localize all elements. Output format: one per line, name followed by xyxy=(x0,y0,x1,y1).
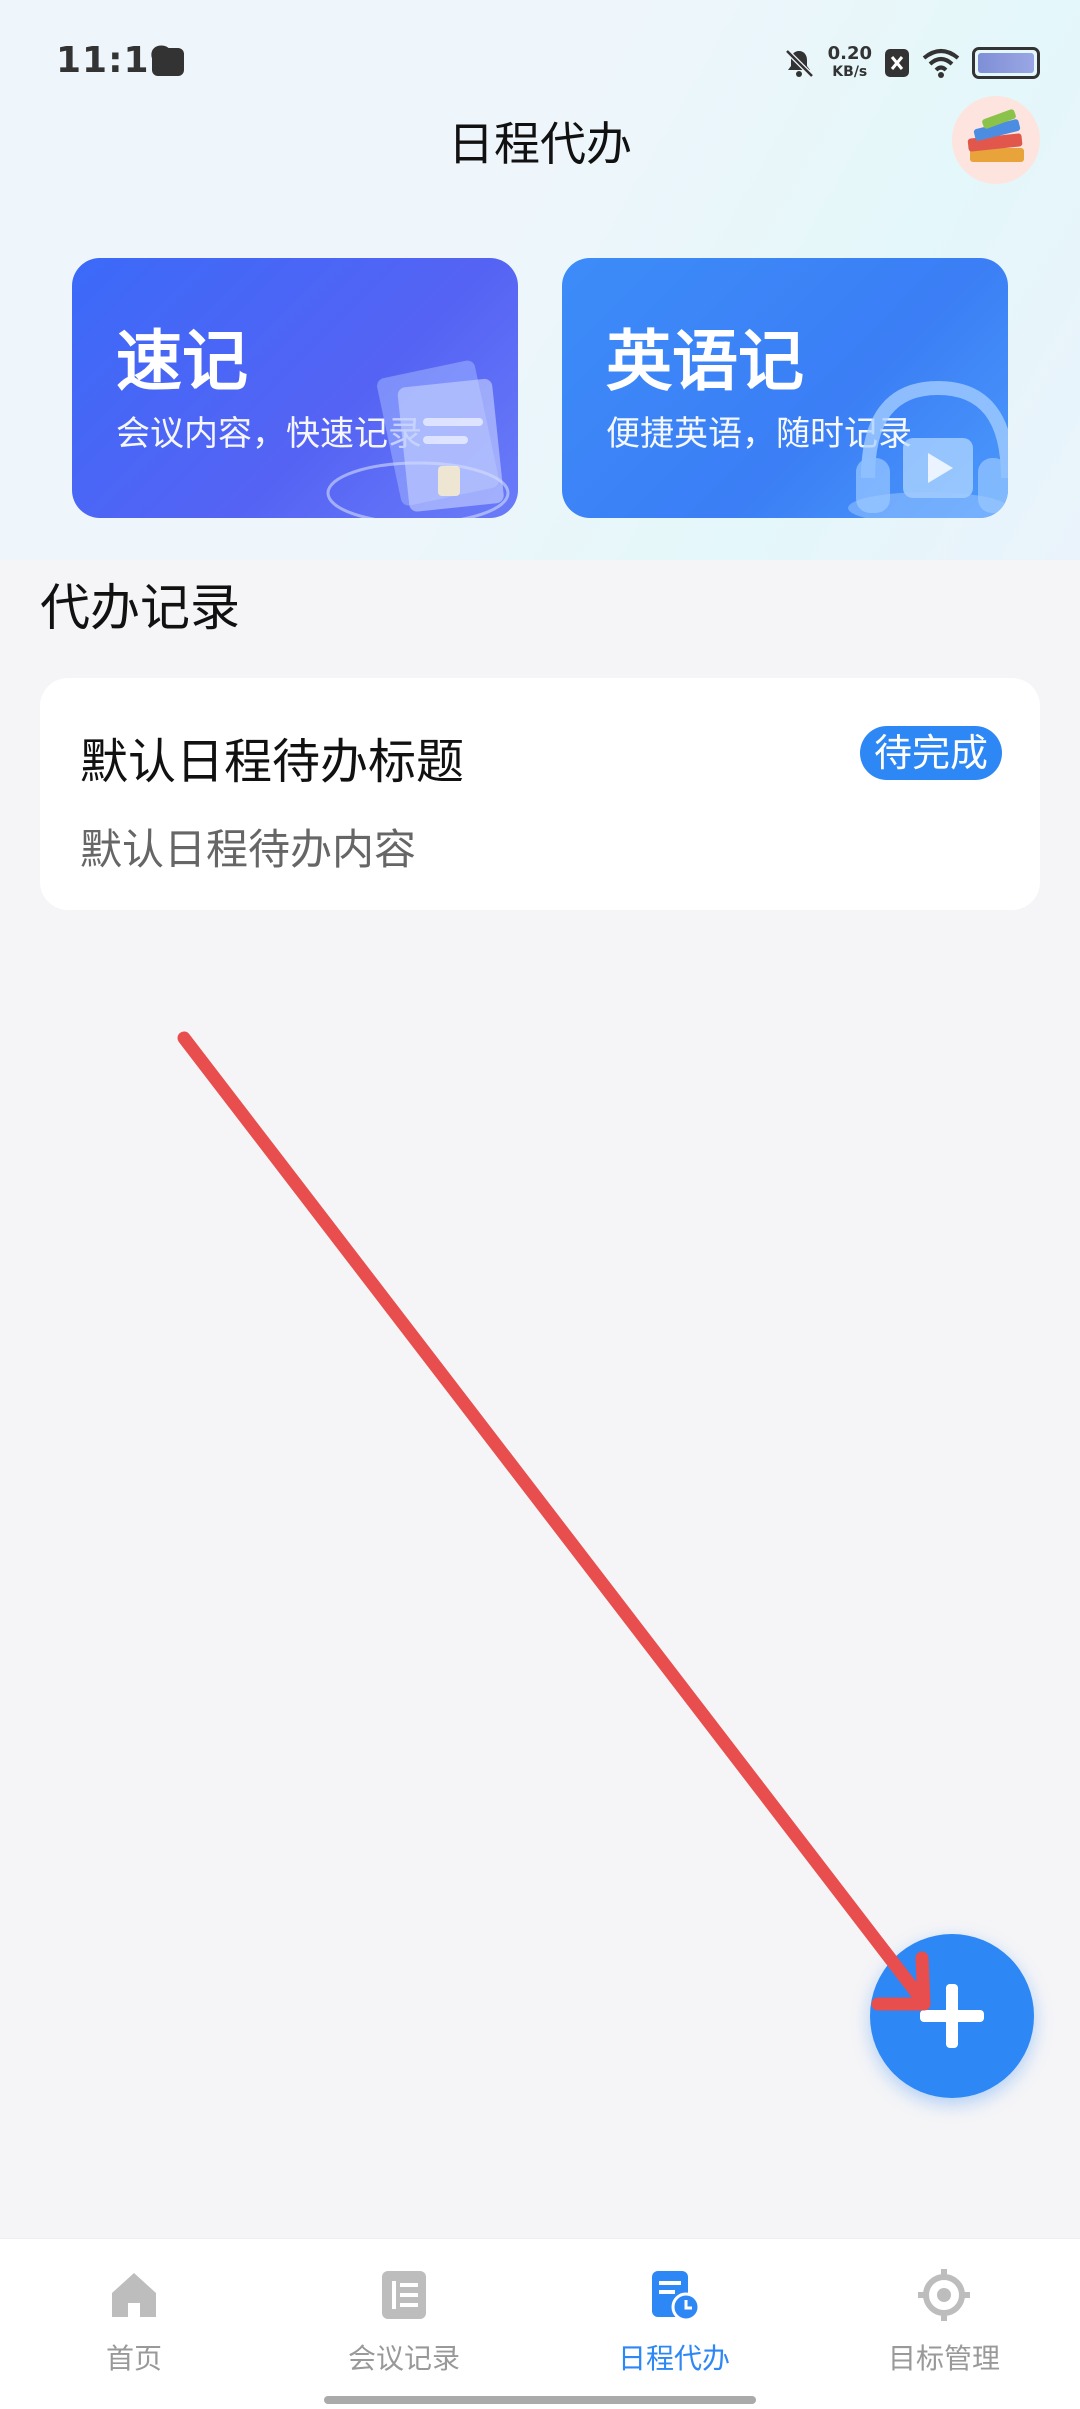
nav-label-meeting-record: 会议记录 xyxy=(347,2342,460,2375)
status-badge: 待完成 xyxy=(859,726,1002,780)
nav-item-meeting-record[interactable]: 会议记录 xyxy=(304,2267,504,2377)
nav-label-schedule-todo: 日程代办 xyxy=(617,2342,730,2375)
nav-item-home[interactable]: 首页 xyxy=(34,2267,234,2377)
nav-label-home: 首页 xyxy=(105,2342,162,2375)
meeting-record-icon xyxy=(382,2271,426,2319)
todo-item-title: 默认日程待办标题 xyxy=(80,734,465,790)
network-speed: 0.20 KB/s xyxy=(828,45,872,81)
english-note-card[interactable]: 英语记 便捷英语，随时记录 xyxy=(562,258,1008,518)
quick-note-card[interactable]: 速记 会议内容，快速记录 xyxy=(72,258,518,518)
bottom-nav: 首页 会议记录 日程代办 目标管理 xyxy=(0,2238,1080,2409)
status-bar: 11:19 0.20 KB/s xyxy=(0,0,1080,120)
status-right-group: 0.20 KB/s xyxy=(782,38,1040,88)
todo-item[interactable]: 默认日程待办标题 待完成 默认日程待办内容 xyxy=(40,678,1040,910)
network-speed-unit: KB/s xyxy=(832,64,868,80)
nav-item-target[interactable]: 目标管理 xyxy=(844,2267,1044,2377)
sim-error-icon xyxy=(885,49,909,77)
headphones-illustration-icon xyxy=(848,380,1008,518)
todo-section-title: 代办记录 xyxy=(40,579,240,637)
avatar[interactable] xyxy=(952,96,1040,184)
nav-item-schedule-todo[interactable]: 日程代办 xyxy=(574,2267,774,2377)
quick-note-title: 速记 xyxy=(116,323,248,400)
mute-bell-icon xyxy=(784,49,814,78)
page-title: 日程代办 xyxy=(448,117,632,171)
nav-label-target: 目标管理 xyxy=(887,2342,1000,2375)
books-icon xyxy=(967,109,1024,162)
battery-icon xyxy=(972,47,1040,79)
home-icon xyxy=(112,2273,156,2317)
home-indicator[interactable] xyxy=(324,2396,756,2404)
english-note-title: 英语记 xyxy=(606,323,804,400)
message-notification-icon xyxy=(152,48,184,76)
todo-item-content: 默认日程待办内容 xyxy=(80,825,417,874)
target-icon xyxy=(918,2269,970,2321)
add-todo-button[interactable] xyxy=(870,1934,1034,2098)
network-speed-value: 0.20 xyxy=(827,43,872,64)
wifi-icon xyxy=(922,49,960,78)
schedule-todo-icon xyxy=(652,2271,701,2322)
document-illustration-icon xyxy=(326,360,510,518)
